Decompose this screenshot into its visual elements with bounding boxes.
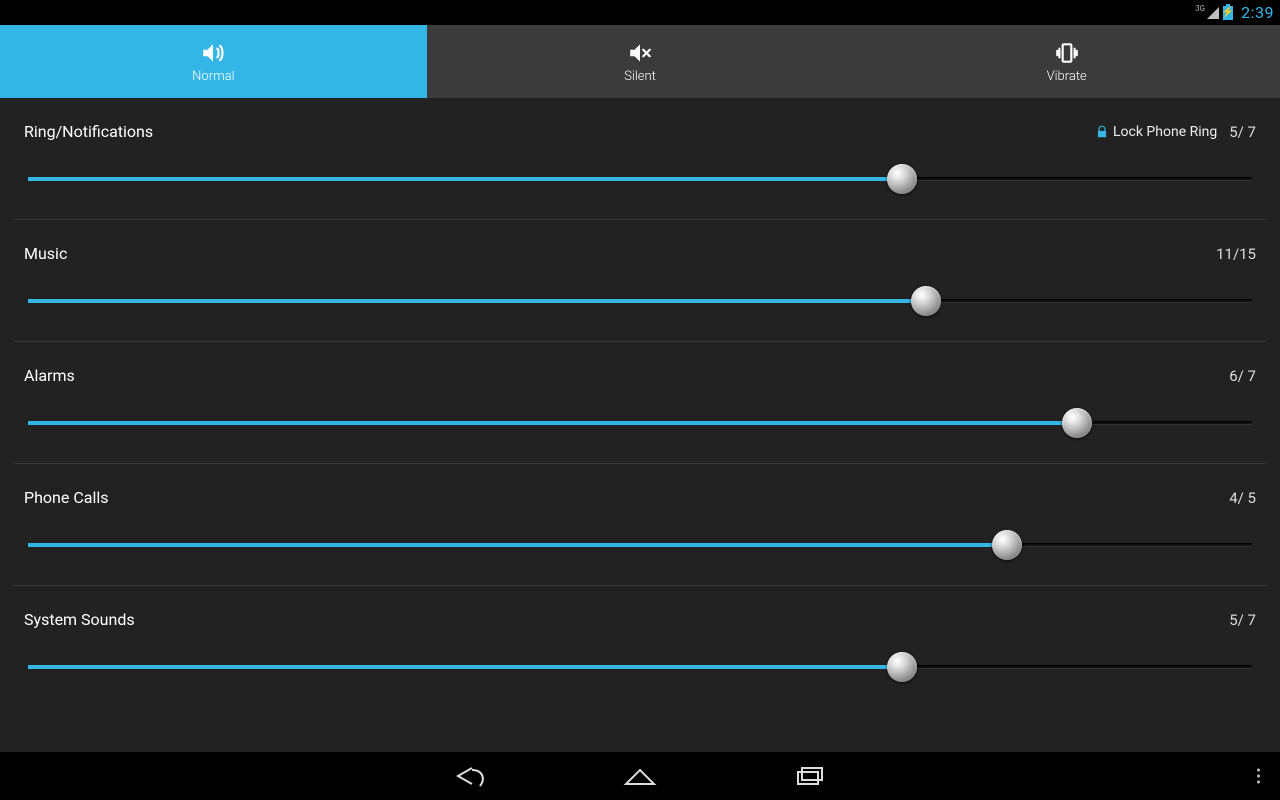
- row-alarms: Alarms 6/ 7: [14, 342, 1266, 464]
- row-calls: Phone Calls 4/ 5: [14, 464, 1266, 586]
- row-music: Music 11/15: [14, 220, 1266, 342]
- tab-silent[interactable]: Silent: [427, 25, 854, 98]
- vibrate-icon: [1050, 40, 1084, 66]
- signal-icon: [1207, 7, 1219, 19]
- status-bar: 3G ⚡ 2:39: [0, 0, 1280, 25]
- music-slider[interactable]: [28, 291, 1252, 311]
- recents-button[interactable]: [790, 761, 830, 791]
- calls-slider[interactable]: [28, 535, 1252, 555]
- speaker-icon: [196, 40, 230, 66]
- overflow-menu-button[interactable]: [1257, 769, 1260, 784]
- lock-phone-ring-label: Lock Phone Ring: [1113, 124, 1217, 140]
- lock-icon: [1095, 125, 1109, 139]
- back-button[interactable]: [450, 761, 490, 791]
- tab-vibrate[interactable]: Vibrate: [853, 25, 1280, 98]
- system-title: System Sounds: [24, 610, 135, 629]
- network-type-label: 3G: [1195, 4, 1205, 13]
- tab-normal-label: Normal: [192, 69, 234, 84]
- clock-label: 2:39: [1241, 3, 1274, 22]
- music-title: Music: [24, 244, 67, 263]
- volume-panel: Ring/Notifications Lock Phone Ring 5/ 7 …: [0, 98, 1280, 752]
- speaker-mute-icon: [623, 40, 657, 66]
- tab-silent-label: Silent: [624, 69, 656, 84]
- system-slider[interactable]: [28, 657, 1252, 677]
- system-value: 5/ 7: [1229, 611, 1256, 629]
- row-system: System Sounds 5/ 7: [14, 586, 1266, 707]
- tab-vibrate-label: Vibrate: [1047, 69, 1087, 84]
- row-ring: Ring/Notifications Lock Phone Ring 5/ 7: [14, 98, 1266, 220]
- calls-value: 4/ 5: [1229, 489, 1256, 507]
- battery-icon: ⚡: [1223, 6, 1233, 20]
- alarms-title: Alarms: [24, 366, 75, 385]
- music-value: 11/15: [1216, 245, 1256, 263]
- tab-normal[interactable]: Normal: [0, 25, 427, 98]
- ring-title: Ring/Notifications: [24, 122, 153, 141]
- calls-title: Phone Calls: [24, 488, 108, 507]
- mode-tabs: Normal Silent Vibrate: [0, 25, 1280, 98]
- alarms-slider[interactable]: [28, 413, 1252, 433]
- lock-phone-ring-toggle[interactable]: Lock Phone Ring: [1095, 124, 1217, 140]
- ring-value: 5/ 7: [1229, 123, 1256, 141]
- alarms-value: 6/ 7: [1229, 367, 1256, 385]
- home-button[interactable]: [620, 761, 660, 791]
- ring-slider[interactable]: [28, 169, 1252, 189]
- navigation-bar: [0, 752, 1280, 800]
